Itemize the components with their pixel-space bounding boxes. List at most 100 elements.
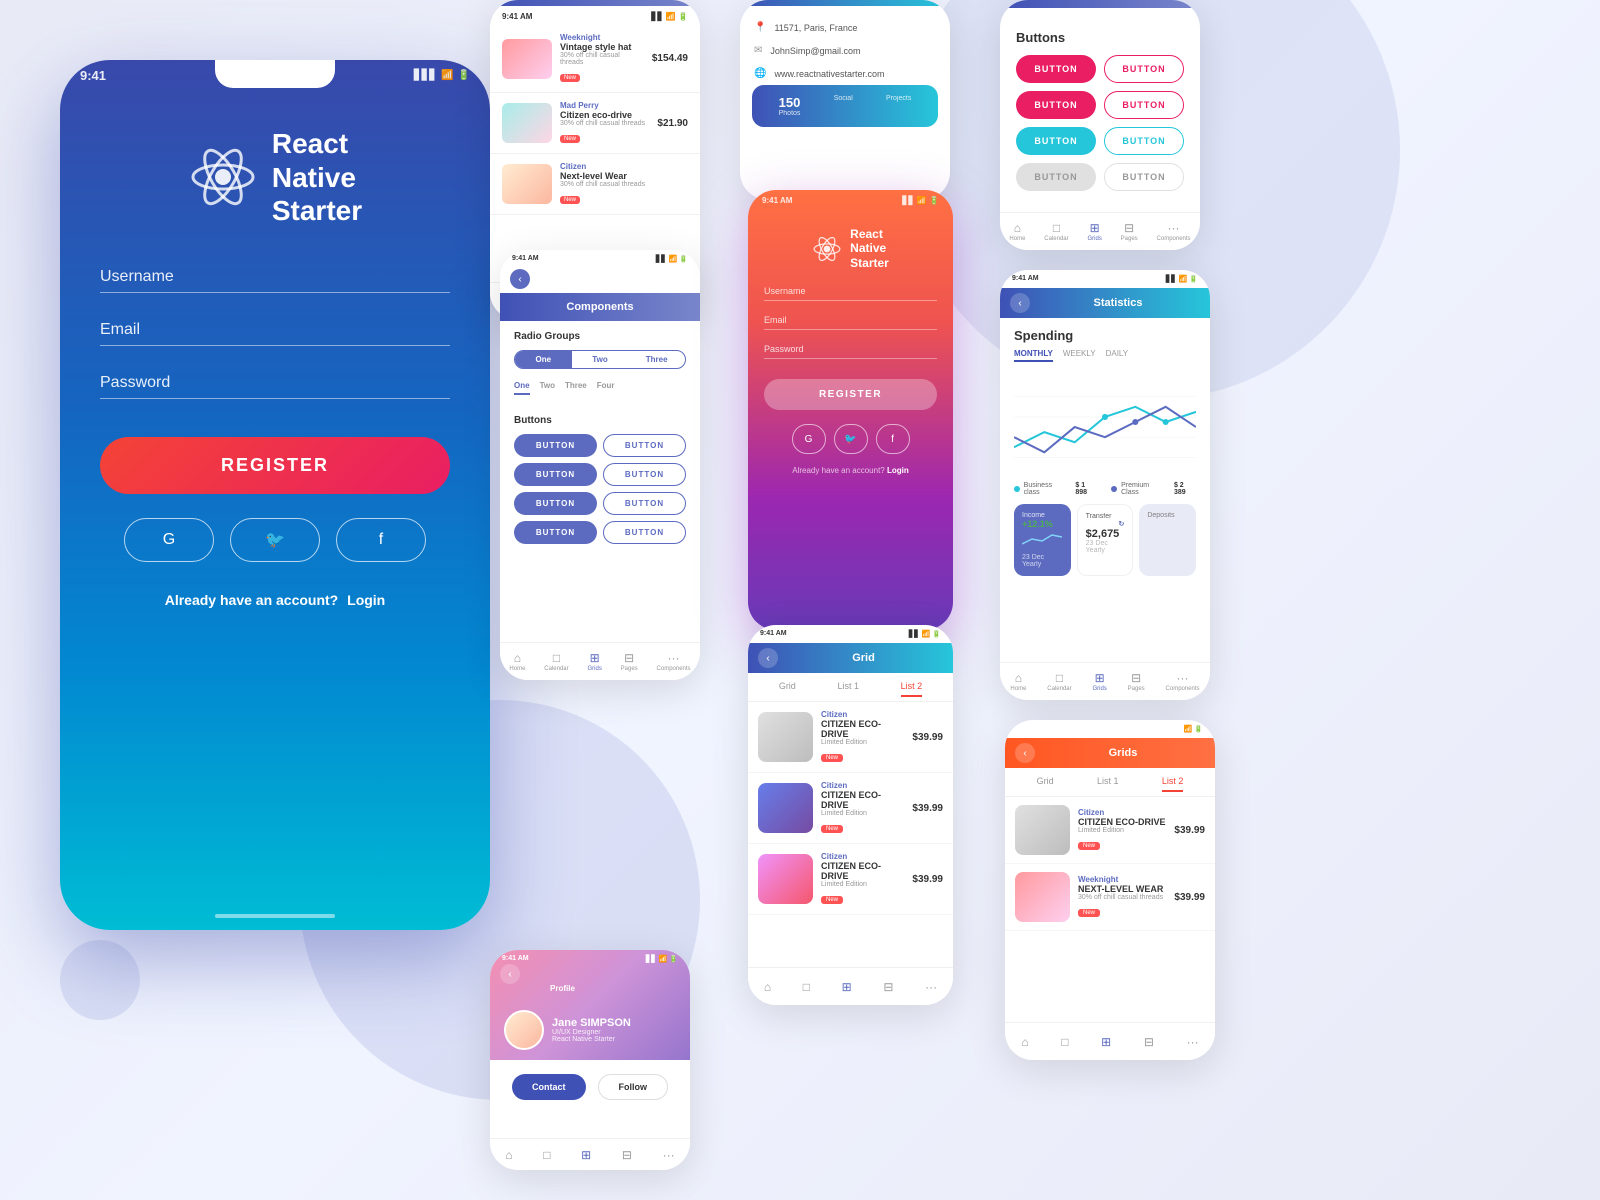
stats-nav-comps[interactable]: ···Components xyxy=(1166,671,1200,692)
stats-nav-grid[interactable]: ⊞Grids xyxy=(1092,671,1106,692)
panel-btn-gray-2[interactable]: BUTTON xyxy=(1104,163,1184,191)
grid-info-1: Citizen CITIZEN ECO-DRIVE Limited Editio… xyxy=(821,710,904,764)
grid-nav-home[interactable]: ⌂ xyxy=(764,980,771,994)
grids-sm-tab-grid[interactable]: Grid xyxy=(1037,776,1054,792)
radio-three-underline[interactable]: Three xyxy=(565,381,587,395)
reg-time: 9:41 AM xyxy=(762,196,792,205)
reg-password-field[interactable]: Password xyxy=(764,344,937,359)
comp-btn-2[interactable]: BUTTON xyxy=(603,434,686,457)
panel-btn-pink-1[interactable]: BUTTON xyxy=(1016,55,1096,83)
radio-one-filled[interactable]: One xyxy=(515,351,572,368)
follow-btn[interactable]: Follow xyxy=(598,1074,669,1100)
radio-three-filled[interactable]: Three xyxy=(628,351,685,368)
social-email: JohnSimp@gmail.com xyxy=(770,46,860,56)
grids-sm-back-btn[interactable]: ‹ xyxy=(1015,743,1035,763)
prof-nav-cal[interactable]: □ xyxy=(543,1148,550,1162)
grid-nav-cal[interactable]: □ xyxy=(803,980,810,994)
prof-nav-home[interactable]: ⌂ xyxy=(505,1148,512,1162)
panel-btn-pink-4[interactable]: BUTTON xyxy=(1104,91,1184,119)
panel-btn-cyan-2[interactable]: BUTTON xyxy=(1104,127,1184,155)
grids-sm-top-row: ‹ Grids xyxy=(1005,738,1215,768)
comp-btn-5[interactable]: BUTTON xyxy=(514,492,597,515)
grid-nav-pages[interactable]: ⊟ xyxy=(883,980,893,994)
comp-btn-7[interactable]: BUTTON xyxy=(514,521,597,544)
grid-nav-grid[interactable]: ⊞ xyxy=(842,980,852,994)
grids-sm-tab-list1[interactable]: List 1 xyxy=(1097,776,1119,792)
grid-nav-comps[interactable]: ··· xyxy=(925,980,937,994)
radio-four-underline[interactable]: Four xyxy=(597,381,615,395)
comp-nav-pages[interactable]: ⊟ Pages xyxy=(621,651,638,672)
prof-nav-comps[interactable]: ··· xyxy=(663,1148,675,1162)
comp-nav-home[interactable]: ⌂ Home xyxy=(509,651,525,672)
bp-nav-grid[interactable]: ⊞Grids xyxy=(1087,221,1101,242)
google-login-btn[interactable]: G xyxy=(124,518,214,562)
panel-btn-gray-1[interactable]: BUTTON xyxy=(1016,163,1096,191)
panel-btn-cyan-1[interactable]: BUTTON xyxy=(1016,127,1096,155)
grid-tab-grid[interactable]: Grid xyxy=(779,681,796,697)
bp-nav-pages[interactable]: ⊟Pages xyxy=(1121,221,1138,242)
grids-sm-tab-list2[interactable]: List 2 xyxy=(1162,776,1184,792)
username-field[interactable]: Username xyxy=(100,268,450,293)
comp-btn-6[interactable]: BUTTON xyxy=(603,492,686,515)
comp-btn-8[interactable]: BUTTON xyxy=(603,521,686,544)
panel-btn-pink-3[interactable]: BUTTON xyxy=(1016,91,1096,119)
grids-sm-signals: ▋▋ 📶 🔋 xyxy=(1171,725,1203,733)
radio-two-underline[interactable]: Two xyxy=(540,381,555,395)
stats-nav-home[interactable]: ⌂Home xyxy=(1010,671,1026,692)
grid-item-2: Citizen CITIZEN ECO-DRIVE Limited Editio… xyxy=(748,773,953,844)
reg-facebook-btn[interactable]: f xyxy=(876,424,910,454)
gsm-nav-pages[interactable]: ⊟ xyxy=(1144,1035,1154,1049)
grid-screen: 9:41 AM ▋▋ 📶 🔋 ‹ Grid Grid List 1 List 2… xyxy=(748,625,953,1005)
gsm-nav-cal[interactable]: □ xyxy=(1061,1035,1068,1049)
reg-email-field[interactable]: Email xyxy=(764,315,937,330)
radio-group-underline: One Two Three Four xyxy=(514,377,686,399)
bp-nav-home[interactable]: ⌂Home xyxy=(1009,221,1025,242)
comp-back-btn[interactable]: ‹ xyxy=(510,269,530,289)
stats-back-btn[interactable]: ‹ xyxy=(1010,293,1030,313)
comp-nav-cal[interactable]: □ Calendar xyxy=(544,651,568,672)
panel-btn-pink-2[interactable]: BUTTON xyxy=(1104,55,1184,83)
gsm-nav-home[interactable]: ⌂ xyxy=(1021,1035,1028,1049)
comp-header: Components xyxy=(500,293,700,321)
shop-badge-1: New xyxy=(560,74,580,82)
period-daily[interactable]: DAILY xyxy=(1106,349,1129,362)
gsm-pages-icon: ⊟ xyxy=(1144,1035,1154,1049)
twitter-login-btn[interactable]: 🐦 xyxy=(230,518,320,562)
reg-username-field[interactable]: Username xyxy=(764,286,937,301)
prof-nav-grid[interactable]: ⊞ xyxy=(581,1148,591,1162)
reg-register-btn[interactable]: REGISTER xyxy=(764,379,937,410)
reg-login-link[interactable]: Login xyxy=(887,466,909,475)
email-field[interactable]: Email xyxy=(100,321,450,346)
reg-twitter-btn[interactable]: 🐦 xyxy=(834,424,868,454)
shop-brand-2: Mad Perry xyxy=(560,101,649,110)
profile-back-btn[interactable]: ‹ xyxy=(500,964,520,984)
contact-btn[interactable]: Contact xyxy=(512,1074,586,1100)
comp-btn-3[interactable]: BUTTON xyxy=(514,463,597,486)
logo-line2: Native xyxy=(272,161,362,195)
facebook-login-btn[interactable]: f xyxy=(336,518,426,562)
grid-tab-list1[interactable]: List 1 xyxy=(837,681,859,697)
comp-btn-1[interactable]: BUTTON xyxy=(514,434,597,457)
grid-pages-icon: ⊟ xyxy=(883,980,893,994)
grid-back-btn[interactable]: ‹ xyxy=(758,648,778,668)
period-monthly[interactable]: MONTHLY xyxy=(1014,349,1053,362)
login-link[interactable]: Login xyxy=(347,592,385,608)
reg-google-btn[interactable]: G xyxy=(792,424,826,454)
password-field[interactable]: Password xyxy=(100,374,450,399)
grid-time: 9:41 AM xyxy=(760,630,787,638)
comp-nav-comps[interactable]: ··· Components xyxy=(657,651,691,672)
gsm-nav-grid[interactable]: ⊞ xyxy=(1101,1035,1111,1049)
bp-nav-comps[interactable]: ···Components xyxy=(1157,221,1191,242)
stats-nav-pages[interactable]: ⊟Pages xyxy=(1128,671,1145,692)
period-weekly[interactable]: WEEKLY xyxy=(1063,349,1096,362)
bp-nav-cal[interactable]: □Calendar xyxy=(1044,221,1068,242)
comp-nav-grid[interactable]: ⊞ Grids xyxy=(587,651,601,672)
register-button[interactable]: REGISTER xyxy=(100,437,450,494)
gsm-nav-comps[interactable]: ··· xyxy=(1187,1035,1199,1049)
prof-nav-pages[interactable]: ⊟ xyxy=(622,1148,632,1162)
grid-tab-list2[interactable]: List 2 xyxy=(901,681,923,697)
comp-btn-4[interactable]: BUTTON xyxy=(603,463,686,486)
radio-two-filled[interactable]: Two xyxy=(572,351,629,368)
stats-nav-cal[interactable]: □Calendar xyxy=(1047,671,1071,692)
radio-one-underline[interactable]: One xyxy=(514,381,530,395)
